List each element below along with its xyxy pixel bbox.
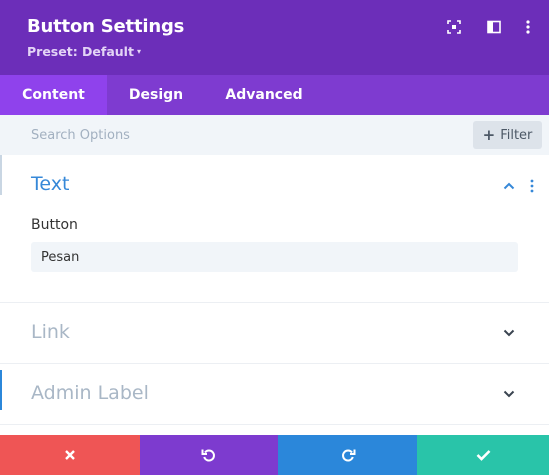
redo-button[interactable] — [278, 435, 417, 475]
check-icon — [476, 450, 490, 461]
sidebar-toggle-icon[interactable] — [485, 18, 503, 36]
button-text-label: Button — [31, 217, 78, 233]
section-link-title[interactable]: Link — [31, 321, 70, 343]
button-text-input[interactable] — [31, 242, 518, 272]
section-text — [0, 155, 549, 303]
section-admin-label-title[interactable]: Admin Label — [31, 382, 149, 404]
modal-footer — [0, 435, 549, 475]
modal-header: Button Settings Preset: Default ▾ — [0, 0, 549, 75]
tab-content[interactable]: Content — [0, 75, 107, 115]
tab-advanced[interactable]: Advanced — [205, 75, 323, 115]
filter-button[interactable]: + Filter — [473, 121, 542, 149]
plus-icon: + — [482, 125, 496, 144]
fullscreen-icon[interactable] — [445, 18, 463, 36]
undo-icon — [201, 449, 215, 462]
search-input[interactable] — [20, 121, 460, 149]
filter-label: Filter — [500, 127, 533, 143]
left-edge-accent — [0, 370, 2, 410]
section-options-icon[interactable] — [526, 177, 538, 195]
left-edge-accent — [0, 155, 2, 195]
cancel-button[interactable] — [0, 435, 140, 475]
save-button[interactable] — [417, 435, 549, 475]
undo-button[interactable] — [140, 435, 278, 475]
settings-modal: Button Settings Preset: Default ▾ Content… — [0, 0, 549, 475]
caret-down-icon: ▾ — [136, 47, 141, 56]
preset-label: Preset: Default — [27, 44, 134, 59]
preset-selector[interactable]: Preset: Default ▾ — [27, 44, 141, 59]
more-options-icon[interactable] — [519, 18, 537, 36]
close-icon — [65, 450, 75, 460]
redo-icon — [341, 449, 355, 462]
modal-title: Button Settings — [27, 16, 185, 37]
tab-design[interactable]: Design — [107, 75, 205, 115]
chevron-down-icon[interactable] — [500, 324, 518, 342]
tab-bar: Content Design Advanced — [0, 75, 549, 115]
search-bar: + Filter — [0, 115, 549, 155]
section-text-title[interactable]: Text — [31, 173, 69, 195]
chevron-up-icon[interactable] — [500, 177, 518, 195]
chevron-down-icon[interactable] — [500, 385, 518, 403]
section-link[interactable] — [0, 303, 549, 364]
